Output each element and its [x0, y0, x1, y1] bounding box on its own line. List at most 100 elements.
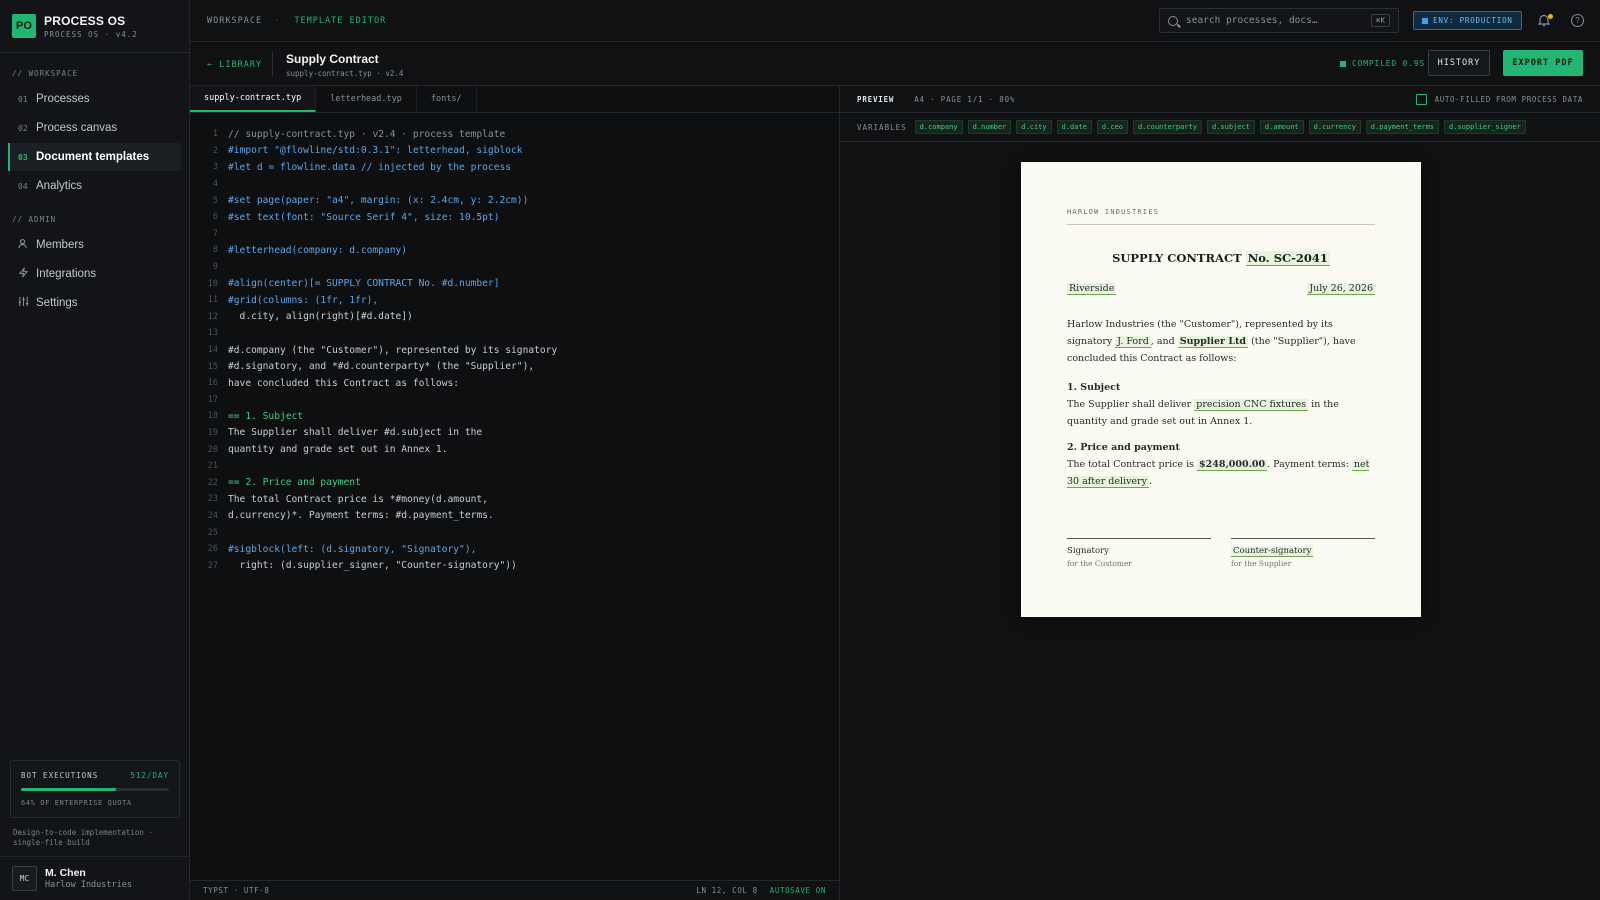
sidebar-item-processes[interactable]: 01 Processes [8, 85, 181, 113]
notification-dot [1548, 14, 1553, 19]
code-line[interactable]: 3 #let d = flowline.data // injected by t… [190, 159, 839, 176]
line-number: 25 [207, 527, 218, 538]
variable-chip[interactable]: d.number [967, 120, 1012, 134]
brand-name: PROCESS OS [44, 13, 126, 28]
variable-chip[interactable]: d.city [1016, 120, 1052, 134]
code-line[interactable]: 9 [190, 259, 839, 276]
variable-chip[interactable]: d.counterparty [1132, 120, 1202, 134]
help-icon[interactable]: ? [1571, 14, 1584, 27]
line-number: 24 [207, 510, 218, 521]
user-profile[interactable]: MC M. Chen Harlow Industries [0, 856, 189, 900]
code-line[interactable]: 12 d.city, align(right)[#d.date]) [190, 309, 839, 326]
library-link[interactable]: ← LIBRARY [207, 60, 262, 70]
preview-toolbar: PREVIEW A4 · PAGE 1/1 · 80% AUTO-FILLED … [840, 86, 1600, 113]
autofill-toggle[interactable]: AUTO-FILLED FROM PROCESS DATA [1415, 93, 1583, 105]
sidebar-item-label: Processes [36, 93, 90, 105]
code-line[interactable]: 11 #grid(columns: (1fr, 1fr), [190, 292, 839, 309]
nav-number: 01 [18, 94, 28, 104]
code-line[interactable]: 26 #sigblock(left: (d.signatory, "Signato… [190, 541, 839, 558]
brand[interactable]: PO PROCESS OS PROCESS OS · v4.2 [0, 0, 189, 53]
user-org: Harlow Industries [45, 880, 132, 890]
history-button[interactable]: HISTORY [1428, 50, 1490, 76]
code-line[interactable]: 27 right: (d.supplier_signer, "Counter-s… [190, 557, 839, 574]
code-text: #import "@flowline/std:0.3.1": letterhea… [228, 145, 523, 157]
code-line[interactable]: 1 // supply-contract.typ · v2.4 · process… [190, 126, 839, 143]
signature-right-label: Counter-signatory [1231, 546, 1314, 557]
code-line[interactable]: 19 The Supplier shall deliver #d.subject … [190, 425, 839, 442]
export-pdf-button[interactable]: EXPORT PDF [1503, 50, 1583, 76]
sidebar-item-process-canvas[interactable]: 02 Process canvas [8, 114, 181, 142]
breadcrumb-workspace[interactable]: WORKSPACE [207, 16, 262, 26]
preview-meta: A4 · PAGE 1/1 · 80% [914, 94, 1016, 104]
line-number: 15 [207, 361, 218, 372]
variable-chip[interactable]: d.supplier_signer [1444, 120, 1526, 134]
code-line[interactable]: 18 == 1. Subject [190, 408, 839, 425]
code-line[interactable]: 7 [190, 226, 839, 243]
variable-chip[interactable]: d.subject [1206, 120, 1255, 134]
variable-chip[interactable]: d.company [914, 120, 963, 134]
divider [272, 52, 273, 76]
status-autosave[interactable]: AUTOSAVE ON [770, 886, 826, 895]
code-line[interactable]: 22 == 2. Price and payment [190, 474, 839, 491]
bot-executions-quota: BOT EXECUTIONS 512/DAY 64% OF ENTERPRISE… [10, 760, 180, 818]
search-input[interactable] [1186, 15, 1371, 26]
code-line[interactable]: 10 #align(center)[= SUPPLY CONTRACT No. #… [190, 275, 839, 292]
quota-bar [21, 788, 169, 791]
variable-chip[interactable]: d.date [1056, 120, 1092, 134]
variable-chip[interactable]: d.currency [1308, 120, 1361, 134]
amount-field: $248,000.00 [1197, 459, 1268, 471]
code-line[interactable]: 23 The total Contract price is *#money(d.… [190, 491, 839, 508]
code-lines[interactable]: 1 // supply-contract.typ · v2.4 · process… [190, 113, 839, 574]
tab-letterhead[interactable]: letterhead.typ [316, 86, 417, 112]
line-number: 7 [212, 228, 218, 239]
nav-number: 03 [18, 152, 28, 162]
code-line[interactable]: 17 [190, 392, 839, 409]
line-number: 14 [207, 345, 218, 356]
code-line[interactable]: 4 [190, 176, 839, 193]
code-line[interactable]: 16 have concluded this Contract as follow… [190, 375, 839, 392]
code-text: // supply-contract.typ · v2.4 · process … [228, 128, 506, 140]
members-icon [18, 238, 36, 252]
code-line[interactable]: 24 d.currency)*. Payment terms: #d.paymen… [190, 508, 839, 525]
sidebar-item-integrations[interactable]: Integrations [8, 260, 181, 288]
code-line[interactable]: 21 [190, 458, 839, 475]
supplier-field: Supplier Ltd [1177, 336, 1249, 348]
compile-status-label: COMPILED 0.9S [1352, 59, 1426, 68]
sidebar-item-document-templates[interactable]: 03 Document templates [8, 143, 181, 171]
signatory-field: J. Ford [1115, 336, 1151, 348]
code-line[interactable]: 13 [190, 325, 839, 342]
line-number: 9 [212, 262, 218, 273]
sidebar-item-label: Document templates [36, 151, 150, 163]
line-number: 19 [207, 427, 218, 438]
sidebar-item-label: Analytics [36, 180, 83, 192]
code-text: have concluded this Contract as follows: [228, 377, 460, 389]
tab-fonts[interactable]: fonts/ [417, 86, 477, 112]
code-line[interactable]: 14 #d.company (the "Customer"), represent… [190, 342, 839, 359]
sidebar-item-analytics[interactable]: 04 Analytics [8, 172, 181, 200]
code-line[interactable]: 15 #d.signatory, and *#d.counterparty* (t… [190, 358, 839, 375]
environment-dot [1422, 17, 1428, 24]
variable-chip[interactable]: d.ceo [1096, 120, 1128, 134]
search-box[interactable]: ⌘K [1159, 8, 1399, 33]
variable-chip[interactable]: d.payment_terms [1365, 120, 1440, 134]
city-field: Riverside [1067, 283, 1117, 295]
line-number: 6 [212, 212, 218, 223]
environment-badge[interactable]: ENV: PRODUCTION [1413, 11, 1522, 30]
code-text: d.currency)*. Payment terms: #d.payment_… [228, 510, 494, 522]
variable-chip[interactable]: d.amount [1259, 120, 1304, 134]
tab-supply-contract[interactable]: supply-contract.typ [190, 86, 317, 112]
sidebar-item-members[interactable]: Members [8, 231, 181, 259]
breadcrumb-current: TEMPLATE EDITOR [294, 16, 387, 26]
code-line[interactable]: 8 #letterhead(company: d.company) [190, 242, 839, 259]
file-tabs: supply-contract.typ letterhead.typ fonts… [190, 86, 839, 113]
code-line[interactable]: 6 #set text(font: "Source Serif 4", size:… [190, 209, 839, 226]
line-number: 2 [212, 145, 218, 156]
signature-left-sub: for the Customer [1067, 559, 1133, 568]
code-line[interactable]: 5 #set page(paper: "a4", margin: (x: 2.4c… [190, 192, 839, 209]
code-line[interactable]: 20 quantity and grade set out in Annex 1. [190, 441, 839, 458]
code-line[interactable]: 2 #import "@flowline/std:0.3.1": letterhe… [190, 143, 839, 160]
code-line[interactable]: 25 [190, 524, 839, 541]
sidebar-item-settings[interactable]: Settings [8, 289, 181, 317]
autofill-checkbox[interactable] [1415, 93, 1427, 105]
code-editor: supply-contract.typ letterhead.typ fonts… [190, 86, 840, 900]
